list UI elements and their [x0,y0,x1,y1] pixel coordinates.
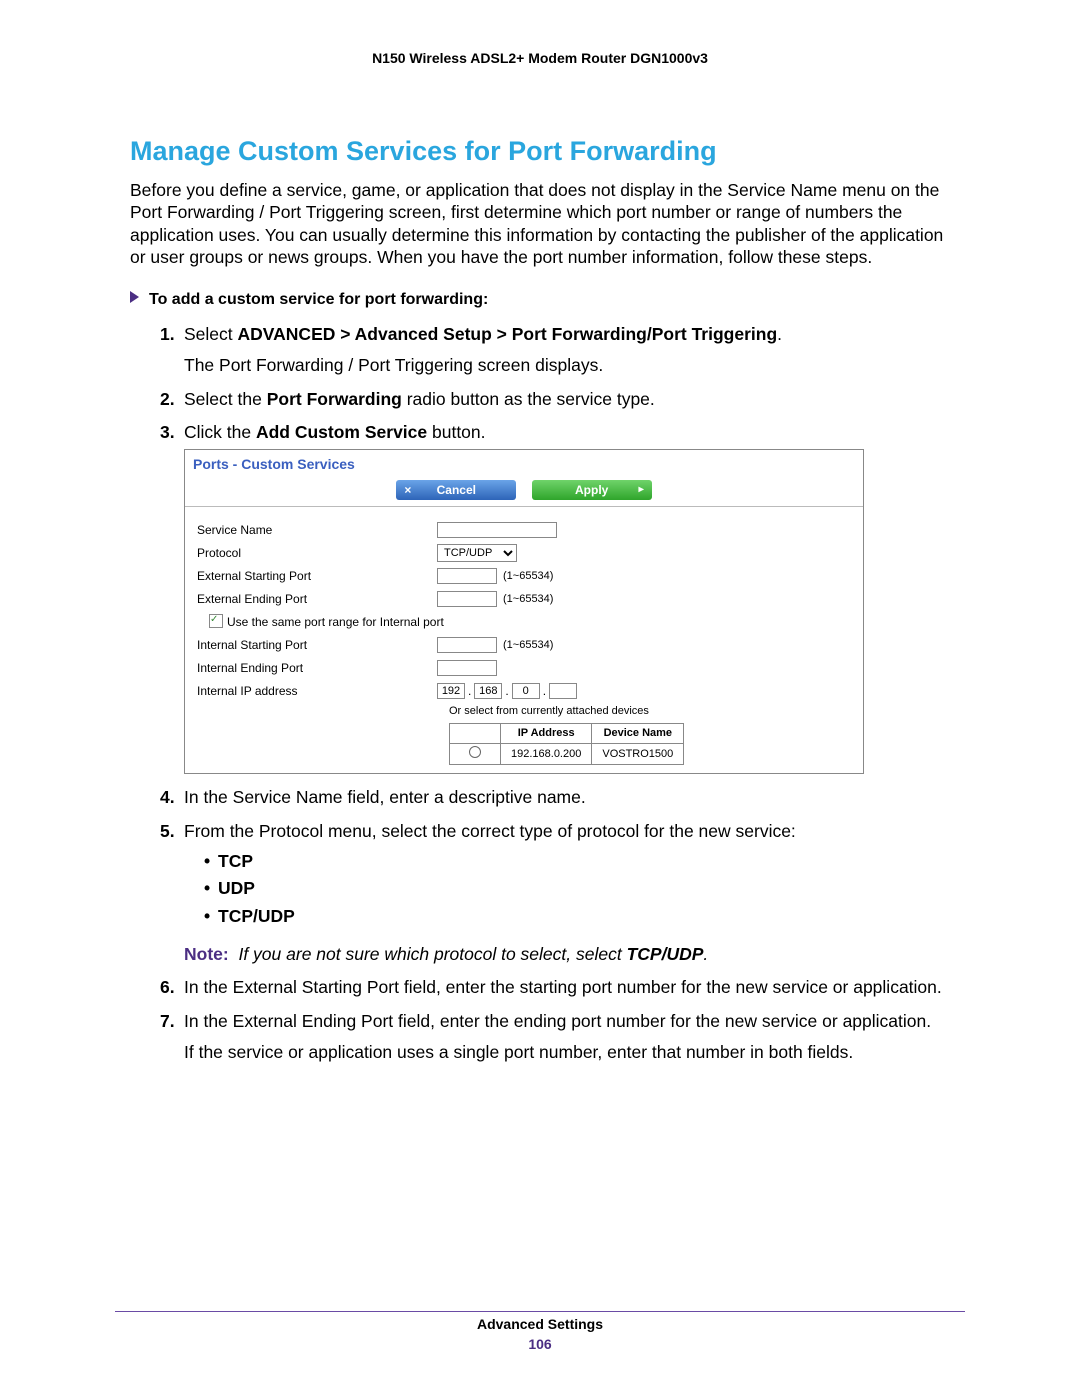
service-name-input[interactable] [437,522,557,538]
steps-list: Select ADVANCED > Advanced Setup > Port … [130,323,950,1066]
footer-section: Advanced Settings [477,1316,603,1332]
note-bold: TCP/UDP [627,944,704,964]
dev-name-header: Device Name [592,723,684,743]
ext-start-input[interactable] [437,568,497,584]
screenshot-button-row: × Cancel Apply ▸ [185,476,863,507]
arrow-right-icon: ▸ [639,480,644,500]
procedure-heading-text: To add a custom service for port forward… [149,291,488,308]
step-2-text-a: Select the [184,389,267,409]
step-7-sub: If the service or application uses a sin… [184,1041,950,1065]
ip-octet-1[interactable] [437,683,465,699]
same-range-checkbox[interactable] [209,614,223,628]
page-title: Manage Custom Services for Port Forwardi… [130,136,950,167]
protocol-list: TCP UDP TCP/UDP [184,850,950,929]
screenshot-form: Service Name Protocol TCP/UDP External S… [185,507,863,774]
ext-start-label: External Starting Port [197,568,437,584]
service-name-label: Service Name [197,522,437,538]
cancel-button[interactable]: × Cancel [396,480,516,500]
protocol-label: Protocol [197,545,437,561]
page-footer: Advanced Settings 106 [0,1316,1080,1352]
step-3-text-c: button. [427,422,485,442]
device-ip: 192.168.0.200 [501,743,592,765]
bullet-udp: UDP [204,877,950,901]
step-4: In the Service Name field, enter a descr… [160,786,950,810]
step-3: Click the Add Custom Service button. Por… [160,421,950,774]
chevron-right-icon [130,291,139,303]
attached-devices-table: IP Address Device Name 192.168.0.200 VOS… [449,723,684,766]
step-6: In the External Starting Port field, ent… [160,976,950,1000]
int-end-input[interactable] [437,660,497,676]
step-5-text: From the Protocol menu, select the corre… [184,821,796,841]
apply-button-label: Apply [575,483,608,497]
close-icon: × [404,480,411,500]
device-radio[interactable] [469,746,481,758]
int-end-label: Internal Ending Port [197,660,437,676]
page-number: 106 [0,1336,1080,1352]
or-select-note: Or select from currently attached device… [449,704,853,719]
custom-services-screenshot: Ports - Custom Services × Cancel Apply ▸ S… [184,449,864,774]
ip-octet-2[interactable] [474,683,502,699]
step-2-bold: Port Forwarding [267,389,402,409]
ext-end-label: External Ending Port [197,591,437,607]
step-1-bold: ADVANCED > Advanced Setup > Port Forward… [238,324,778,344]
bullet-tcp: TCP [204,850,950,874]
int-ip-label: Internal IP address [197,683,437,699]
step-1-sub: The Port Forwarding / Port Triggering sc… [184,354,950,378]
screenshot-title: Ports - Custom Services [185,450,863,476]
step-3-text-a: Click the [184,422,256,442]
ext-end-hint: (1~65534) [503,592,553,607]
document-header: N150 Wireless ADSL2+ Modem Router DGN100… [130,50,950,66]
footer-rule [115,1311,965,1312]
procedure-heading: To add a custom service for port forward… [130,291,950,309]
int-start-hint: (1~65534) [503,638,553,653]
intro-paragraph: Before you define a service, game, or ap… [130,179,950,269]
step-7-text: In the External Ending Port field, enter… [184,1011,931,1031]
int-start-label: Internal Starting Port [197,637,437,653]
int-start-input[interactable] [437,637,497,653]
ip-octet-4[interactable] [549,683,577,699]
dev-ip-header: IP Address [501,723,592,743]
step-2: Select the Port Forwarding radio button … [160,388,950,412]
same-range-row: Use the same port range for Internal por… [197,614,444,630]
note-text-a: If you are not sure which protocol to se… [238,944,626,964]
same-range-label: Use the same port range for Internal por… [227,615,444,629]
ext-start-hint: (1~65534) [503,569,553,584]
ext-end-input[interactable] [437,591,497,607]
step-5: From the Protocol menu, select the corre… [160,820,950,966]
bullet-tcpudp: TCP/UDP [204,905,950,929]
step-3-bold: Add Custom Service [256,422,427,442]
note-text-c: . [703,944,708,964]
cancel-button-label: Cancel [437,483,476,497]
device-name: VOSTRO1500 [592,743,684,765]
step-2-text-c: radio button as the service type. [402,389,655,409]
table-row: 192.168.0.200 VOSTRO1500 [450,743,684,765]
step-7: In the External Ending Port field, enter… [160,1010,950,1065]
note-label: Note: [184,944,229,964]
ip-octet-3[interactable] [512,683,540,699]
protocol-select[interactable]: TCP/UDP [437,544,517,562]
step-1: Select ADVANCED > Advanced Setup > Port … [160,323,950,378]
apply-button[interactable]: Apply ▸ [532,480,652,500]
step-1-text-c: . [777,324,782,344]
note: Note: If you are not sure which protocol… [184,943,950,967]
step-1-text-a: Select [184,324,238,344]
